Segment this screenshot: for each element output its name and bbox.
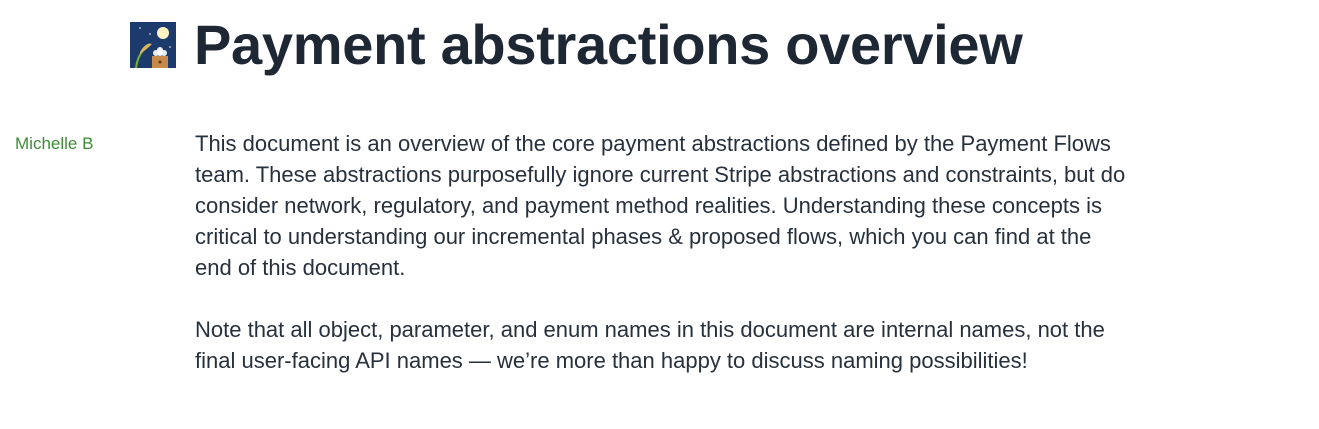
text-line: This document is an overview of the core…: [195, 131, 1111, 156]
text-line: final user-facing API names — we’re more…: [195, 348, 1028, 373]
author-name[interactable]: Michelle B: [15, 134, 93, 154]
moon-viewing-ceremony-icon: [130, 22, 176, 68]
text-line: Note that all object, parameter, and enu…: [195, 317, 1105, 342]
page-title: Payment abstractions overview: [194, 13, 1023, 76]
paragraph-intro: This document is an overview of the core…: [195, 128, 1125, 283]
text-line: consider network, regulatory, and paymen…: [195, 193, 1102, 218]
text-line: end of this document.: [195, 255, 406, 280]
document-body: This document is an overview of the core…: [195, 128, 1125, 407]
page-title-row: Payment abstractions overview: [130, 10, 1023, 80]
text-line: team. These abstractions purposefully ig…: [195, 162, 1126, 187]
text-line: critical to understanding our incrementa…: [195, 224, 1092, 249]
paragraph-note: Note that all object, parameter, and enu…: [195, 314, 1125, 376]
